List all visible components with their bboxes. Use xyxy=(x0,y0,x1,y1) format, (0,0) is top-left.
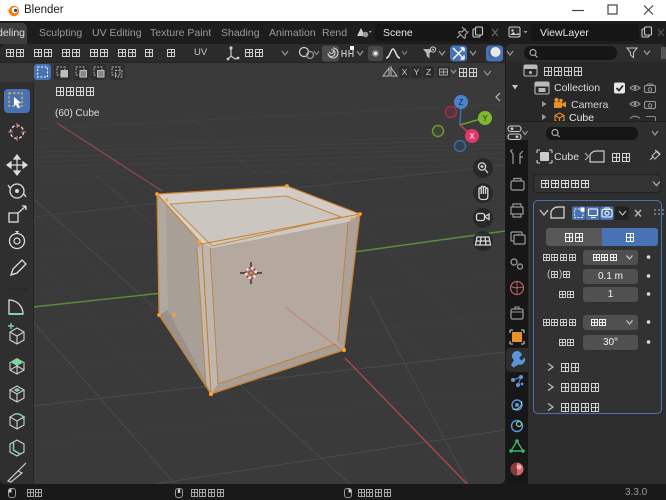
svg-text:Z: Z xyxy=(426,67,431,77)
svg-text:Y: Y xyxy=(482,114,488,123)
svg-text:X: X xyxy=(402,67,408,77)
svg-text:X: X xyxy=(469,132,475,141)
svg-text:Z: Z xyxy=(459,98,464,107)
svg-text:(60) Cube: (60) Cube xyxy=(55,108,100,119)
svg-text:Y: Y xyxy=(414,67,420,77)
